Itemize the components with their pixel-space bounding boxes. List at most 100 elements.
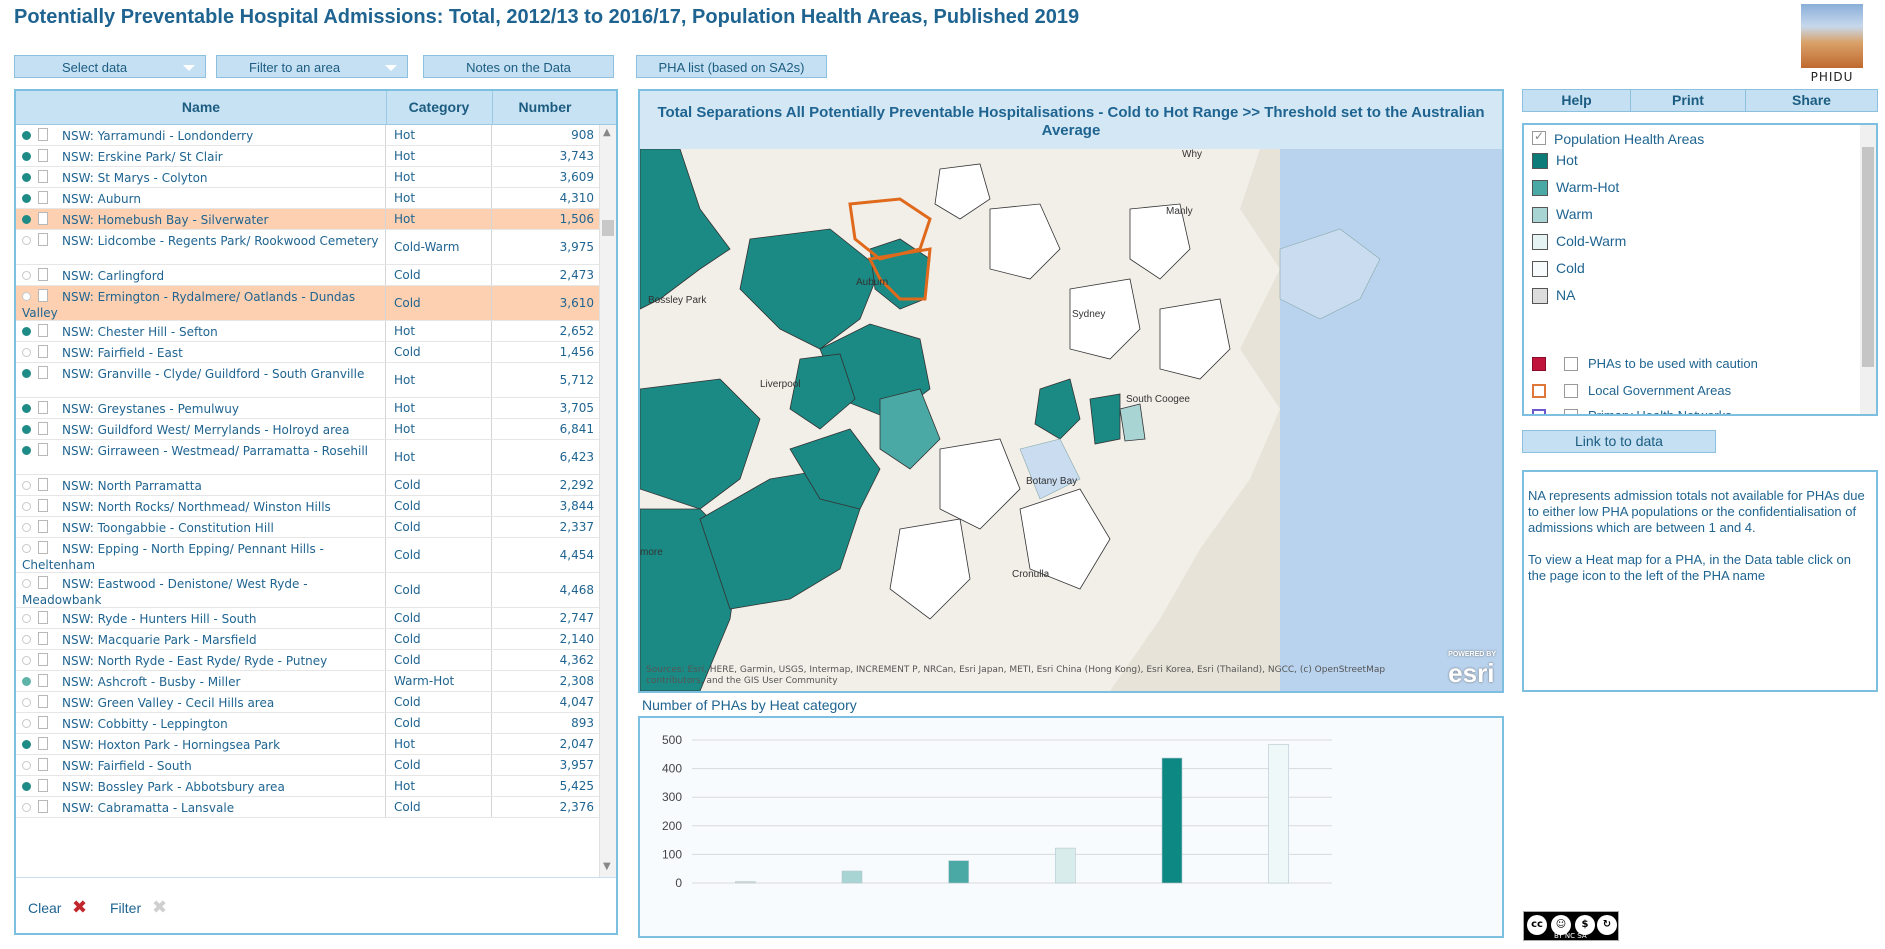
table-row[interactable]: NSW: Toongabbie - Constitution Hill Cold 2… xyxy=(16,517,600,538)
table-row[interactable]: NSW: Guildford West/ Merrylands - Holroy… xyxy=(16,419,600,440)
data-table-panel: Name Category Number NSW: Yarramundi - L… xyxy=(14,89,618,935)
table-row[interactable]: NSW: Erskine Park/ St Clair Hot 3,743 xyxy=(16,146,600,167)
table-row[interactable]: NSW: North Parramatta Cold 2,292 xyxy=(16,475,600,496)
table-row[interactable]: NSW: Lidcombe - Regents Park/ Rookwood C… xyxy=(16,230,600,265)
table-row[interactable]: NSW: Green Valley - Cecil Hills area Cold… xyxy=(16,692,600,713)
lga-checkbox[interactable] xyxy=(1564,384,1578,398)
pha-layer-checkbox[interactable]: ✓ xyxy=(1532,129,1546,145)
region-hot[interactable] xyxy=(1089,393,1121,445)
map-label-south-coogee: South Coogee xyxy=(1126,394,1190,405)
column-header-category[interactable]: Category xyxy=(386,91,493,124)
note-na: NA represents admission totals not avail… xyxy=(1528,488,1865,535)
table-row[interactable]: NSW: Chester Hill - Sefton Hot 2,652 xyxy=(16,321,600,342)
table-row[interactable]: NSW: Carlingford Cold 2,473 xyxy=(16,265,600,286)
name-cell: NSW: Epping - North Epping/ Pennant Hill… xyxy=(16,538,386,572)
filter-x-icon[interactable]: ✖ xyxy=(152,897,167,918)
name-cell: NSW: Macquarie Park - Marsfield xyxy=(16,629,386,649)
pha-name: NSW: Cabramatta - Lansvale xyxy=(62,801,235,815)
table-row[interactable]: NSW: Cabramatta - Lansvale Cold 2,376 xyxy=(16,797,600,818)
powered-by-label: POWERED BY xyxy=(1448,651,1496,658)
bar-cold[interactable] xyxy=(1268,743,1289,884)
table-row[interactable]: NSW: Hoxton Park - Horningsea Park Hot 2,0… xyxy=(16,734,600,755)
map-canvas[interactable]: Why Manly South Coogee Botany Bay Bossle… xyxy=(640,149,1502,691)
scrollbar-thumb[interactable] xyxy=(602,220,614,236)
table-row[interactable]: NSW: Greystanes - Pemulwuy Hot 3,705 xyxy=(16,398,600,419)
legend-scrollbar[interactable] xyxy=(1860,125,1876,414)
table-row[interactable]: NSW: Epping - North Epping/ Pennant Hill… xyxy=(16,538,600,573)
table-row[interactable]: NSW: Auburn Hot 4,310 xyxy=(16,188,600,209)
table-row[interactable]: NSW: Macquarie Park - Marsfield Cold 2,140 xyxy=(16,629,600,650)
table-row[interactable]: NSW: Ryde - Hunters Hill - South Cold 2,74… xyxy=(16,608,600,629)
bar-hot[interactable] xyxy=(1161,757,1183,884)
help-button[interactable]: Help xyxy=(1523,90,1631,111)
print-button[interactable]: Print xyxy=(1631,90,1746,111)
pha-name: NSW: Ashcroft - Busby - Miller xyxy=(62,675,241,689)
number-value: 4,047 xyxy=(559,695,594,709)
table-row[interactable]: NSW: Eastwood - Denistone/ West Ryde - M… xyxy=(16,573,600,608)
column-header-name[interactable]: Name xyxy=(16,91,387,124)
table-row[interactable]: NSW: Cobbitty - Leppington Cold 893 xyxy=(16,713,600,734)
name-cell: NSW: Granville - Clyde/ Guildford - Sout… xyxy=(16,363,386,397)
pha-name: NSW: Erskine Park/ St Clair xyxy=(62,150,223,164)
category-value: Hot xyxy=(394,149,416,163)
table-row[interactable]: NSW: Homebush Bay - Silverwater Hot 1,506 xyxy=(16,209,600,230)
link-to-data-button[interactable]: Link to to data xyxy=(1522,430,1716,453)
name-cell: NSW: Toongabbie - Constitution Hill xyxy=(16,517,386,537)
pha-name: NSW: Macquarie Park - Marsfield xyxy=(62,633,257,647)
number-value: 1,456 xyxy=(559,345,594,359)
number-value: 3,844 xyxy=(559,499,594,513)
name-cell: NSW: North Rocks/ Northmead/ Winston Hil… xyxy=(16,496,386,516)
pha-list-button[interactable]: PHA list (based on SA2s) xyxy=(636,55,827,78)
number-value: 908 xyxy=(571,128,594,142)
table-row[interactable]: NSW: Yarramundi - Londonderry Hot 908 xyxy=(16,125,600,146)
table-row[interactable]: NSW: Fairfield - East Cold 1,456 xyxy=(16,342,600,363)
legend-swatch xyxy=(1532,207,1548,223)
caution-checkbox[interactable] xyxy=(1564,357,1578,371)
select-data-dropdown[interactable]: Select data xyxy=(14,55,206,78)
clear-x-icon[interactable]: ✖ xyxy=(72,897,87,918)
scroll-down-icon[interactable]: ▼ xyxy=(603,861,611,872)
phn-checkbox[interactable] xyxy=(1564,409,1578,414)
notes-button[interactable]: Notes on the Data xyxy=(423,55,614,78)
table-row[interactable]: NSW: Ermington - Rydalmere/ Oatlands - D… xyxy=(16,286,600,321)
number-value: 3,705 xyxy=(559,401,594,415)
table-row[interactable]: NSW: Girraween - Westmead/ Parramatta - … xyxy=(16,440,600,475)
bar-warm-hot[interactable] xyxy=(948,860,969,884)
number-value: 3,743 xyxy=(559,149,594,163)
table-row[interactable]: NSW: St Marys - Colyton Hot 3,609 xyxy=(16,167,600,188)
bar-cold-warm[interactable] xyxy=(1055,847,1076,884)
page-title: Potentially Preventable Hospital Admissi… xyxy=(14,6,1080,28)
logo-text: PHIDU xyxy=(1810,70,1854,84)
table-row[interactable]: NSW: Bossley Park - Abbotsbury area Hot 5,… xyxy=(16,776,600,797)
filter-area-dropdown[interactable]: Filter to an area xyxy=(216,55,408,78)
table-row[interactable]: NSW: North Ryde - East Ryde/ Ryde - Putn… xyxy=(16,650,600,671)
clear-label[interactable]: Clear xyxy=(28,900,61,916)
table-row[interactable]: NSW: Granville - Clyde/ Guildford - Sout… xyxy=(16,363,600,398)
bar-warm[interactable] xyxy=(841,870,863,884)
pha-name: NSW: North Ryde - East Ryde/ Ryde - Putn… xyxy=(62,654,328,668)
category-value: Cold xyxy=(394,695,421,709)
filter-label[interactable]: Filter xyxy=(110,900,141,916)
category-value: Warm-Hot xyxy=(394,674,455,688)
pha-name: NSW: Ermington - Rydalmere/ Oatlands - D… xyxy=(22,290,356,320)
name-cell: NSW: Cabramatta - Lansvale xyxy=(16,797,386,817)
scroll-up-icon[interactable]: ▲ xyxy=(603,127,611,138)
table-row[interactable]: NSW: Ashcroft - Busby - Miller Warm-Hot 2,… xyxy=(16,671,600,692)
bar-na[interactable] xyxy=(735,881,756,884)
table-row[interactable]: NSW: Fairfield - South Cold 3,957 xyxy=(16,755,600,776)
map-attribution: Sources: Esri, HERE, Garmin, USGS, Inter… xyxy=(646,665,1386,686)
number-value: 2,747 xyxy=(559,611,594,625)
table-scrollbar[interactable]: ▲ ▼ xyxy=(599,125,616,877)
number-value: 4,468 xyxy=(559,583,594,597)
name-cell: NSW: Ermington - Rydalmere/ Oatlands - D… xyxy=(16,286,386,320)
table-row[interactable]: NSW: North Rocks/ Northmead/ Winston Hil… xyxy=(16,496,600,517)
pha-name: NSW: Yarramundi - Londonderry xyxy=(62,129,254,143)
column-header-number[interactable]: Number xyxy=(492,91,598,124)
share-button[interactable]: Share xyxy=(1746,90,1877,111)
legend-scrollbar-thumb[interactable] xyxy=(1862,147,1874,367)
map-label-cronulla: Cronulla xyxy=(1012,569,1050,580)
y-tick-label: 500 xyxy=(662,733,682,747)
creative-commons-badge[interactable]: cc ☺ $ ↻ BY NC SA xyxy=(1523,911,1619,941)
ocean xyxy=(1280,149,1502,691)
category-value: Cold xyxy=(394,758,421,772)
